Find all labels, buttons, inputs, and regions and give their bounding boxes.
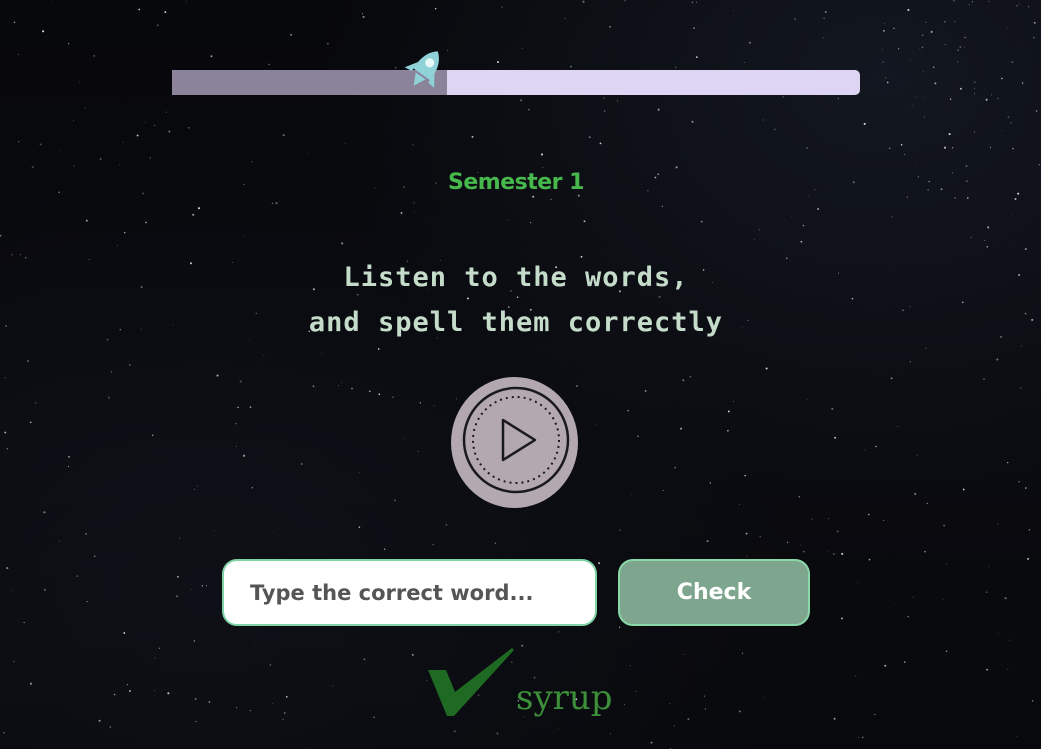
instructions-line-2: and spell them correctly — [308, 307, 724, 338]
instructions: Listen to the words, and spell them corr… — [0, 255, 1032, 345]
play-icon — [462, 386, 570, 494]
semester-title: Semester 1 — [448, 170, 584, 195]
progress-bar — [172, 51, 860, 95]
rocket-icon — [404, 51, 439, 88]
result-word: syrup — [516, 678, 613, 718]
answer-input[interactable] — [222, 559, 597, 626]
checkmark-icon — [428, 648, 514, 716]
starfield-background — [0, 0, 1041, 749]
play-audio-button[interactable] — [451, 377, 578, 508]
instructions-line-1: Listen to the words, — [343, 262, 689, 293]
stars — [0, 0, 1040, 749]
check-button[interactable]: Check — [618, 559, 810, 626]
